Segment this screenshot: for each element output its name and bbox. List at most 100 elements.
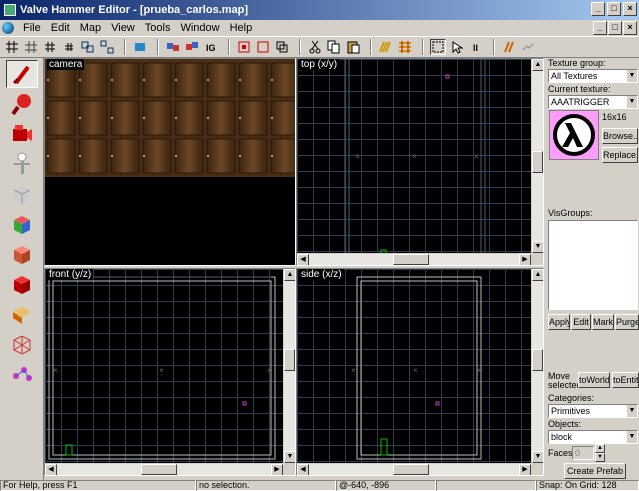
chevron-down-icon[interactable]: ▼ <box>627 431 637 443</box>
texture-lock-icon[interactable] <box>184 39 200 55</box>
cut-icon[interactable] <box>307 39 323 55</box>
scroll-left-icon[interactable]: ◀ <box>297 254 309 265</box>
purge-button[interactable]: Purge <box>615 314 639 330</box>
side-vertical-scrollbar[interactable]: ▲ ▼ <box>531 269 543 463</box>
tool-texture-app[interactable] <box>6 210 38 238</box>
to-entity-button[interactable]: toEntity <box>612 372 639 388</box>
copy-icon[interactable] <box>326 39 342 55</box>
smaller-grid-icon[interactable] <box>42 39 58 55</box>
chevron-down-icon[interactable]: ▼ <box>627 405 637 417</box>
menu-edit[interactable]: Edit <box>46 22 75 34</box>
select-cursor-icon[interactable] <box>449 39 465 55</box>
doc-restore-button[interactable]: □ <box>608 21 622 35</box>
tool-magnify[interactable] <box>6 90 38 118</box>
categories-select[interactable]: Primitives ▼ <box>548 404 638 418</box>
group-icon[interactable] <box>80 39 96 55</box>
carve-icon[interactable] <box>132 39 148 55</box>
doc-minimize-button[interactable]: _ <box>593 21 607 35</box>
scroll-thumb[interactable] <box>393 464 429 475</box>
handles-icon[interactable]: ll <box>468 39 484 55</box>
objects-select[interactable]: block ▼ <box>548 430 638 444</box>
scroll-down-icon[interactable]: ▼ <box>532 241 543 253</box>
side-horizontal-scrollbar[interactable]: ◀ ▶ <box>297 463 531 475</box>
scroll-thumb[interactable] <box>532 151 543 173</box>
minimize-button[interactable]: _ <box>591 2 605 16</box>
menu-window[interactable]: Window <box>175 22 224 34</box>
front-horizontal-scrollbar[interactable]: ◀ ▶ <box>45 463 283 475</box>
grid-toggle-icon[interactable] <box>4 39 20 55</box>
top-viewport-label[interactable]: top (x/y) <box>299 59 340 70</box>
scroll-down-icon[interactable]: ▼ <box>532 451 543 463</box>
current-texture-select[interactable]: AAATRIGGER ▼ <box>548 95 638 109</box>
scroll-up-icon[interactable]: ▲ <box>532 59 543 71</box>
tool-vertex[interactable] <box>6 330 38 358</box>
hollow-icon[interactable] <box>165 39 181 55</box>
apply-button[interactable]: Apply <box>548 314 570 330</box>
scroll-right-icon[interactable]: ▶ <box>519 464 531 475</box>
top-vertical-scrollbar[interactable]: ▲ ▼ <box>531 59 543 253</box>
top-viewport[interactable]: top (x/y) × × × ▲ ▼ ◀ ▶ <box>296 58 544 266</box>
side-viewport[interactable]: side (x/z) × × × ▲ ▼ ◀ ▶ <box>296 268 544 476</box>
edit-button[interactable]: Edit <box>571 314 591 330</box>
create-prefab-button[interactable]: Create Prefab <box>564 463 626 479</box>
scroll-right-icon[interactable]: ▶ <box>271 464 283 475</box>
faces-input[interactable]: 0 <box>572 446 594 460</box>
scroll-left-icon[interactable]: ◀ <box>297 464 309 475</box>
tool-apply-texture[interactable] <box>6 240 38 268</box>
scroll-up-icon[interactable]: ▲ <box>284 269 295 281</box>
faces-down-icon[interactable]: ▼ <box>595 453 605 462</box>
scroll-thumb[interactable] <box>284 349 295 371</box>
scroll-up-icon[interactable]: ▲ <box>532 269 543 281</box>
menu-map[interactable]: Map <box>75 22 106 34</box>
document-icon[interactable] <box>2 22 14 34</box>
camera-viewport[interactable]: camera <box>44 58 296 266</box>
camera-viewport-label[interactable]: camera <box>47 59 85 70</box>
scroll-thumb[interactable] <box>393 254 429 265</box>
tool-decal[interactable] <box>6 270 38 298</box>
mark-button[interactable]: Mark <box>592 314 614 330</box>
paste-icon[interactable] <box>345 39 361 55</box>
ungroup-icon[interactable] <box>99 39 115 55</box>
scroll-down-icon[interactable]: ▼ <box>284 451 295 463</box>
menu-help[interactable]: Help <box>225 22 258 34</box>
front-viewport-label[interactable]: front (y/z) <box>47 269 94 280</box>
ignore-groups-icon[interactable]: IG <box>203 39 219 55</box>
side-viewport-label[interactable]: side (x/z) <box>299 269 344 280</box>
larger-grid-icon[interactable] <box>61 39 77 55</box>
toggle-texlock-icon[interactable] <box>378 39 394 55</box>
doc-close-button[interactable]: × <box>623 21 637 35</box>
menu-tools[interactable]: Tools <box>140 22 176 34</box>
run-map-icon[interactable] <box>501 39 517 55</box>
3d-grid-icon[interactable] <box>23 39 39 55</box>
tool-entity[interactable] <box>6 150 38 178</box>
scroll-left-icon[interactable]: ◀ <box>45 464 57 475</box>
chevron-down-icon[interactable]: ▼ <box>627 70 637 82</box>
scroll-thumb[interactable] <box>532 349 543 371</box>
replace-button[interactable]: Replace... <box>602 147 638 163</box>
chevron-down-icon[interactable]: ▼ <box>627 96 637 108</box>
tool-block[interactable] <box>6 180 38 208</box>
scroll-right-icon[interactable]: ▶ <box>519 254 531 265</box>
tool-path[interactable] <box>6 360 38 388</box>
select-box-icon[interactable] <box>430 39 446 55</box>
hide-unselected-icon[interactable] <box>255 39 271 55</box>
entity-report-icon[interactable] <box>520 39 536 55</box>
tool-selection[interactable] <box>6 60 38 88</box>
top-horizontal-scrollbar[interactable]: ◀ ▶ <box>297 253 531 265</box>
front-viewport[interactable]: front (y/z) × × × ▲ ▼ ◀ ▶ <box>44 268 296 476</box>
front-vertical-scrollbar[interactable]: ▲ ▼ <box>283 269 295 463</box>
browse-button[interactable]: Browse... <box>602 128 638 144</box>
hide-selected-icon[interactable] <box>236 39 252 55</box>
close-button[interactable]: × <box>623 2 637 16</box>
maximize-button[interactable]: □ <box>607 2 621 16</box>
texture-group-select[interactable]: All Textures ▼ <box>548 69 638 83</box>
tool-camera[interactable] <box>6 120 38 148</box>
faces-up-icon[interactable]: ▲ <box>595 444 605 453</box>
texture-scale-icon[interactable] <box>397 39 413 55</box>
to-world-button[interactable]: toWorld <box>578 372 610 388</box>
menu-file[interactable]: File <box>18 22 46 34</box>
show-all-icon[interactable] <box>274 39 290 55</box>
tool-clip[interactable] <box>6 300 38 328</box>
visgroups-list[interactable] <box>548 220 638 310</box>
scroll-thumb[interactable] <box>141 464 177 475</box>
